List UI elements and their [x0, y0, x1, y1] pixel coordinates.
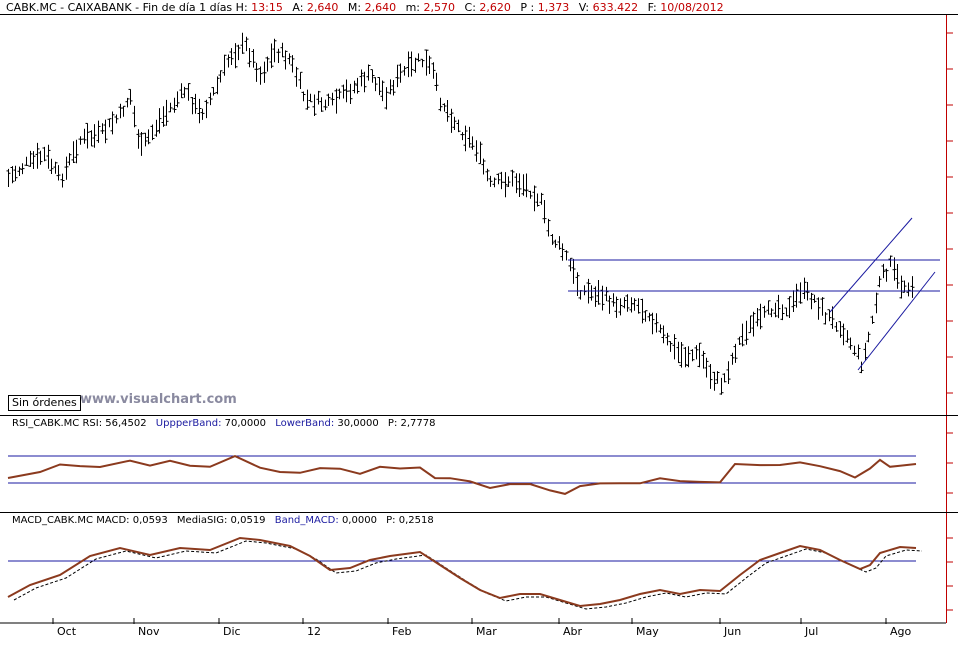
macd-name: MACD_CABK.MC	[12, 515, 94, 526]
macd-field-value-1: 0,0519	[230, 515, 266, 526]
month-label-10: Ago	[890, 625, 912, 638]
rsi-field-value-3: 2,7778	[400, 418, 436, 429]
month-label-3: 12	[307, 625, 321, 638]
rsi-field-key-1: UppperBand:	[152, 418, 225, 429]
macd-field-value-2: 0,0000	[341, 515, 377, 526]
rsi-field-value-2: 30,0000	[337, 418, 379, 429]
rsi-field-key-3: P:	[384, 418, 401, 429]
macd-field-key-3: P:	[382, 515, 399, 526]
chart-canvas[interactable]	[0, 0, 958, 645]
rsi-line	[7, 455, 917, 495]
month-label-9: Jul	[805, 625, 819, 638]
month-label-6: Abr	[563, 625, 583, 638]
month-label-0: Oct	[57, 625, 77, 638]
rsi-field-key-0: RSI:	[82, 418, 106, 429]
macd-field-key-0: MACD:	[96, 515, 133, 526]
month-label-5: Mar	[476, 625, 497, 638]
rsi-field-key-2: LowerBand:	[272, 418, 338, 429]
rsi-field-value-0: 56,4502	[105, 418, 147, 429]
month-label-4: Feb	[392, 625, 412, 638]
rsi-name: RSI_CABK.MC	[12, 418, 80, 429]
macd-field-value-3: 0,2518	[398, 515, 434, 526]
macd-header: MACD_CABK.MC MACD: 0,0593 MediaSIG: 0,05…	[12, 515, 440, 526]
month-label-7: May	[636, 625, 659, 638]
macd-field-key-1: MediaSIG:	[173, 515, 231, 526]
sin-ordenes-button[interactable]: Sin órdenes	[8, 395, 81, 411]
macd-line	[7, 536, 917, 608]
month-label-8: Jun	[724, 625, 742, 638]
macd-field-key-2: Band_MACD:	[271, 515, 342, 526]
rsi-header: RSI_CABK.MC RSI: 56,4502 UppperBand: 70,…	[12, 418, 442, 429]
macd-field-value-0: 0,0593	[132, 515, 168, 526]
rsi-field-value-1: 70,0000	[224, 418, 267, 429]
watermark: www.visualchart.com	[80, 392, 237, 407]
channel-lower	[857, 271, 936, 371]
month-label-2: Dic	[223, 625, 241, 638]
month-label-1: Nov	[138, 625, 160, 638]
